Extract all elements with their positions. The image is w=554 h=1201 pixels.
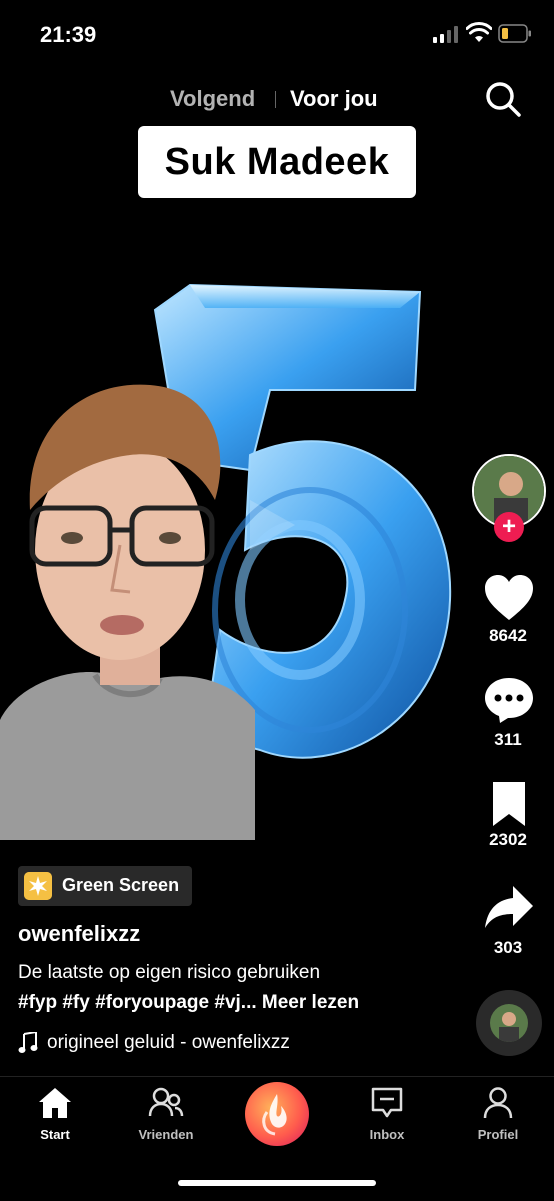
create-flame-icon	[262, 1094, 287, 1136]
tab-home-label: Start	[40, 1127, 70, 1142]
tab-home[interactable]: Start	[10, 1086, 100, 1142]
green-screen-effect-icon	[24, 872, 52, 900]
sound-disc-avatar	[490, 1004, 528, 1042]
friends-icon	[148, 1087, 184, 1117]
tab-inbox[interactable]: Inbox	[342, 1086, 432, 1142]
home-indicator	[178, 1180, 376, 1186]
video-hashtags[interactable]: #fyp #fy #foryoupage #vj... Meer lezen	[18, 992, 359, 1014]
tab-profile[interactable]: Profiel	[453, 1086, 543, 1142]
comment-icon[interactable]	[483, 676, 535, 724]
creator-green-screen-cutout	[0, 384, 255, 840]
tab-for-you[interactable]: Voor jou	[290, 86, 378, 112]
video-caption: De laatste op eigen risico gebruiken	[18, 962, 321, 983]
search-icon[interactable]	[484, 80, 522, 118]
share-arrow-icon[interactable]	[483, 884, 535, 932]
music-note-icon	[18, 1032, 38, 1053]
tab-inbox-label: Inbox	[369, 1127, 405, 1142]
like-count: 8642	[489, 626, 527, 645]
creator-username[interactable]: owenfelixzz	[18, 921, 140, 947]
video-title-text: Suk Madeek	[164, 140, 390, 183]
profile-icon	[483, 1087, 513, 1119]
battery-low-icon	[498, 24, 531, 43]
follow-plus-button[interactable]: +	[494, 512, 524, 542]
share-count: 303	[493, 938, 523, 957]
cellular-signal-icon	[433, 26, 458, 43]
heart-icon[interactable]	[483, 574, 535, 622]
effect-label: Green Screen	[62, 875, 180, 895]
sound-disc-avatar-image	[490, 1004, 528, 1042]
sound-name[interactable]: origineel geluid - owenfelixzz	[47, 1032, 290, 1054]
video-title-overlay: Suk Madeek	[138, 126, 416, 198]
create-video-button[interactable]	[245, 1082, 309, 1146]
comment-count: 311	[494, 730, 522, 749]
inbox-icon	[371, 1087, 403, 1118]
home-icon	[39, 1088, 71, 1118]
tab-profile-label: Profiel	[477, 1127, 519, 1142]
bookmark-icon[interactable]	[483, 780, 535, 828]
status-time: 21:39	[40, 22, 97, 47]
wifi-icon	[466, 22, 492, 42]
save-count: 2302	[489, 830, 527, 849]
tab-friends-label: Vrienden	[138, 1127, 194, 1142]
tab-divider	[275, 91, 276, 108]
tab-friends[interactable]: Vrienden	[121, 1086, 211, 1142]
tab-following[interactable]: Volgend	[170, 86, 255, 112]
